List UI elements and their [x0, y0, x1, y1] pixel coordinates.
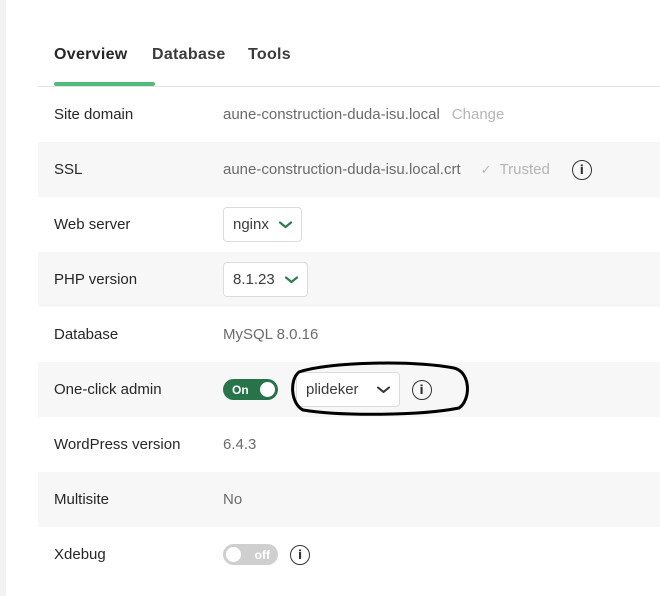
xdebug-value-group: off i	[223, 527, 310, 582]
row-wordpress-version: WordPress version 6.4.3	[38, 417, 660, 472]
site-domain-value-group: aune-construction-duda-isu.local Change	[223, 87, 504, 142]
web-server-value-group: nginx	[223, 197, 302, 252]
tab-bar: Overview Database Tools	[38, 0, 660, 87]
info-icon[interactable]: i	[290, 544, 310, 565]
tab-tools[interactable]: Tools	[248, 46, 291, 64]
toggle-off-label: off	[254, 547, 270, 562]
multisite-value: No	[223, 491, 243, 508]
toggle-knob	[226, 547, 241, 562]
ssl-trusted-label: Trusted	[499, 161, 550, 178]
wordpress-version-value: 6.4.3	[223, 436, 257, 453]
wordpress-version-label: WordPress version	[54, 436, 181, 453]
left-border	[0, 0, 6, 596]
checkmark-icon: ✓	[480, 161, 492, 177]
xdebug-toggle[interactable]: off	[223, 544, 278, 565]
wordpress-version-value-group: 6.4.3	[223, 417, 256, 472]
admin-user-selected: plideker	[306, 381, 359, 398]
database-value: MySQL 8.0.16	[223, 326, 319, 343]
toggle-knob	[260, 382, 275, 397]
ssl-certificate-value: aune-construction-duda-isu.local.crt	[223, 161, 461, 178]
row-web-server: Web server nginx	[38, 197, 660, 252]
web-server-label: Web server	[54, 216, 131, 233]
row-site-domain: Site domain aune-construction-duda-isu.l…	[38, 87, 660, 142]
row-one-click-admin: One-click admin On plideker i	[38, 362, 660, 417]
change-domain-link[interactable]: Change	[452, 106, 505, 123]
admin-user-select[interactable]: plideker	[296, 372, 400, 407]
php-version-select[interactable]: 8.1.23	[223, 262, 308, 297]
site-domain-label: Site domain	[54, 106, 134, 123]
php-version-label: PHP version	[54, 271, 138, 288]
multisite-value-group: No	[223, 472, 242, 527]
php-version-value-group: 8.1.23	[223, 252, 308, 307]
database-label: Database	[54, 326, 119, 343]
toggle-on-label: On	[232, 382, 249, 397]
multisite-label: Multisite	[54, 491, 110, 508]
one-click-admin-label: One-click admin	[54, 381, 162, 398]
active-tab-indicator	[54, 82, 155, 86]
chevron-down-icon	[376, 386, 390, 393]
row-xdebug: Xdebug off i	[38, 527, 660, 582]
one-click-admin-toggle[interactable]: On	[223, 379, 278, 400]
one-click-admin-value-group: On plideker i	[223, 362, 432, 417]
database-value-group: MySQL 8.0.16	[223, 307, 318, 362]
xdebug-label: Xdebug	[54, 546, 106, 563]
site-domain-value: aune-construction-duda-isu.local	[223, 106, 440, 123]
row-database: Database MySQL 8.0.16	[38, 307, 660, 362]
php-version-selected: 8.1.23	[233, 271, 275, 288]
info-icon[interactable]: i	[411, 379, 432, 400]
row-multisite: Multisite No	[38, 472, 660, 527]
web-server-selected: nginx	[233, 216, 269, 233]
chevron-down-icon	[284, 275, 298, 283]
info-icon[interactable]: i	[571, 159, 592, 180]
tab-overview[interactable]: Overview	[54, 46, 128, 64]
site-overview-list: Site domain aune-construction-duda-isu.l…	[38, 87, 660, 582]
ssl-label: SSL	[54, 161, 83, 178]
web-server-select[interactable]: nginx	[223, 207, 302, 242]
row-ssl: SSL aune-construction-duda-isu.local.crt…	[38, 142, 660, 197]
chevron-down-icon	[278, 220, 292, 228]
ssl-trusted-status: ✓ Trusted	[481, 161, 550, 178]
ssl-value-group: aune-construction-duda-isu.local.crt ✓ T…	[223, 142, 592, 197]
row-php-version: PHP version 8.1.23	[38, 252, 660, 307]
tab-database[interactable]: Database	[152, 46, 226, 64]
